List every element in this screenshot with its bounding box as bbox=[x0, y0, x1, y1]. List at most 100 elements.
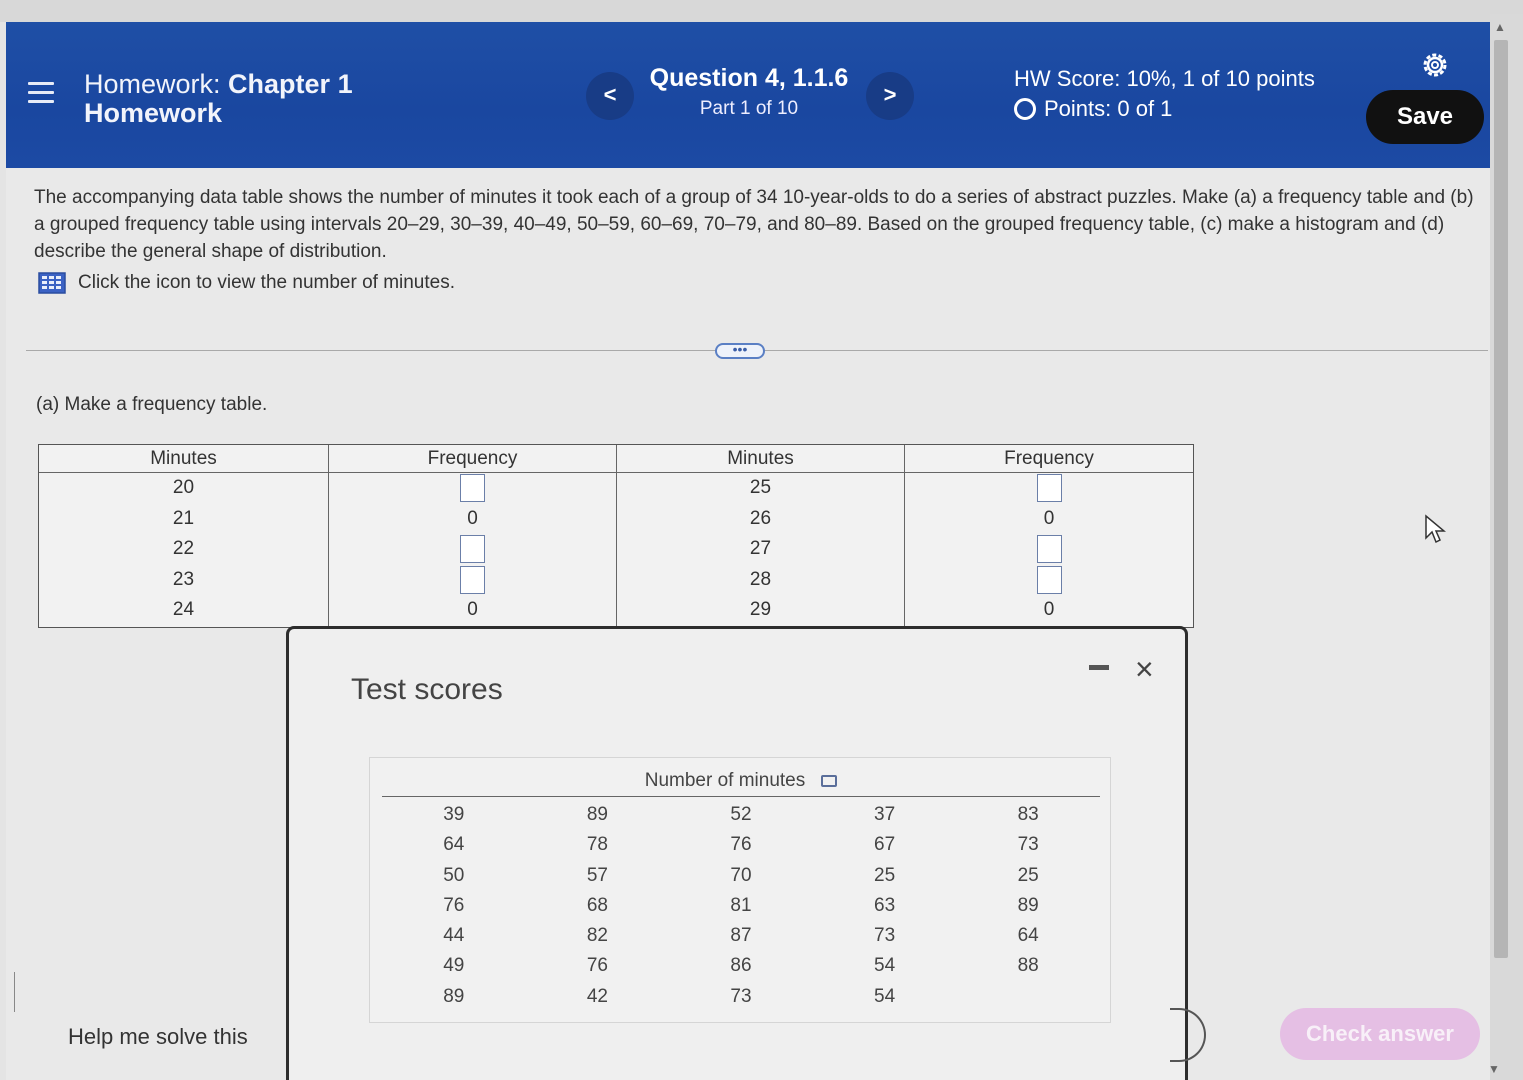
minutes-cell: 26 bbox=[749, 507, 772, 529]
save-button[interactable]: Save bbox=[1366, 90, 1484, 144]
points-circle-icon bbox=[1014, 98, 1036, 120]
frequency-value: 0 bbox=[467, 599, 478, 621]
data-cell: 70 bbox=[730, 864, 752, 886]
data-cell: 67 bbox=[874, 834, 896, 856]
gear-icon[interactable] bbox=[1420, 50, 1450, 80]
column-header: Minutes bbox=[39, 445, 328, 473]
data-cell: 39 bbox=[443, 804, 465, 825]
data-table-header-label: Number of minutes bbox=[644, 770, 806, 791]
data-cell: 73 bbox=[730, 985, 752, 1007]
column-header: Frequency bbox=[905, 445, 1193, 473]
homework-title-chapter: Chapter 1 bbox=[228, 69, 353, 99]
homework-title: Homework: Chapter 1 Homework bbox=[84, 70, 353, 128]
data-table-icon[interactable] bbox=[38, 272, 66, 294]
data-cell: 37 bbox=[874, 804, 896, 825]
dialog-title: Test scores bbox=[351, 673, 503, 706]
frequency-cell bbox=[329, 565, 616, 596]
header-rule bbox=[382, 796, 1100, 797]
minimize-icon[interactable] bbox=[1089, 665, 1109, 670]
frequency-input[interactable] bbox=[460, 565, 485, 594]
part-a-prompt: (a) Make a frequency table. bbox=[36, 394, 268, 415]
scroll-up-icon[interactable]: ▲ bbox=[1494, 20, 1506, 34]
minutes-cell: 23 bbox=[172, 568, 195, 590]
column-header: Minutes bbox=[617, 445, 904, 473]
hamburger-icon[interactable] bbox=[28, 82, 54, 106]
frequency-value: 0 bbox=[467, 507, 478, 529]
data-cell: 44 bbox=[443, 925, 465, 947]
view-data-link[interactable]: Click the icon to view the number of min… bbox=[38, 272, 455, 294]
help-me-solve-button[interactable]: Help me solve this bbox=[68, 1024, 248, 1050]
data-table-header: Number of minutes bbox=[370, 770, 1112, 792]
frequency-input[interactable] bbox=[460, 473, 485, 502]
data-cell: 25 bbox=[874, 864, 896, 886]
data-cell: 54 bbox=[874, 985, 896, 1007]
minutes-cell: 27 bbox=[749, 538, 772, 560]
data-row: 44 82 87 73 64 bbox=[382, 921, 1100, 951]
view-data-text[interactable]: Click the icon to view the number of min… bbox=[78, 272, 455, 293]
frequency-cell bbox=[329, 534, 616, 565]
frequency-cell bbox=[905, 534, 1193, 565]
frequency-input[interactable] bbox=[1036, 565, 1062, 594]
column-header: Frequency bbox=[329, 445, 616, 473]
data-cell: 64 bbox=[1017, 925, 1039, 947]
data-cell: 83 bbox=[1017, 804, 1039, 825]
edge-mark bbox=[14, 972, 22, 1012]
data-row: 76 68 81 63 89 bbox=[382, 891, 1100, 921]
minutes-cell: 22 bbox=[172, 538, 195, 560]
minutes-data-table: Number of minutes 39 89 52 37 83 64 78 76 67 73 50… bbox=[369, 757, 1111, 1023]
data-cell: 63 bbox=[874, 894, 896, 916]
data-cell: 76 bbox=[443, 894, 465, 916]
frequency-value: 0 bbox=[1043, 599, 1055, 621]
data-grid: 39 89 52 37 83 64 78 76 67 73 50 57 70 25 25 76 68 81 63 89… bbox=[382, 800, 1100, 1012]
data-cell: 76 bbox=[586, 955, 608, 977]
data-cell: 89 bbox=[1017, 894, 1039, 916]
data-row: 50 57 70 25 25 bbox=[382, 861, 1100, 891]
minutes-cell: 25 bbox=[749, 477, 772, 498]
frequency-input[interactable] bbox=[1036, 473, 1062, 502]
close-icon[interactable]: × bbox=[1135, 651, 1154, 688]
frequency-input[interactable] bbox=[460, 535, 485, 564]
test-scores-dialog: Test scores × Number of minutes 39 89 52 37… bbox=[286, 626, 1188, 1080]
frequency-input[interactable] bbox=[1036, 535, 1062, 564]
scroll-down-icon[interactable]: ▼ bbox=[1488, 1062, 1500, 1076]
data-cell: 76 bbox=[730, 834, 752, 856]
data-cell: 64 bbox=[443, 834, 465, 856]
data-cell: 57 bbox=[586, 864, 608, 886]
minutes-column-right: Minutes 25 26 27 28 29 bbox=[617, 445, 905, 627]
frequency-cell bbox=[905, 565, 1193, 596]
frequency-cell bbox=[329, 473, 616, 504]
data-cell: 73 bbox=[1017, 834, 1039, 856]
scrollbar-thumb[interactable] bbox=[1494, 40, 1508, 958]
frequency-column-left: Frequency 0 0 bbox=[329, 445, 617, 627]
problem-statement: The accompanying data table shows the nu… bbox=[34, 187, 1474, 262]
data-cell: 52 bbox=[730, 804, 752, 825]
data-cell: 89 bbox=[443, 985, 465, 1007]
next-question-button[interactable]: > bbox=[866, 72, 914, 120]
data-row: 64 78 76 67 73 bbox=[382, 830, 1100, 860]
data-cell: 81 bbox=[730, 894, 752, 916]
frequency-table: Minutes 20 21 22 23 24 Frequency 0 0 Min… bbox=[38, 444, 1194, 628]
data-cell: 42 bbox=[586, 985, 608, 1007]
frequency-cell bbox=[905, 473, 1193, 504]
data-cell: 25 bbox=[1017, 864, 1039, 886]
minutes-cell: 20 bbox=[172, 477, 195, 498]
copy-icon[interactable] bbox=[821, 775, 838, 787]
minutes-cell: 21 bbox=[172, 507, 195, 529]
data-cell: 49 bbox=[443, 955, 465, 977]
check-answer-button[interactable]: Check answer bbox=[1280, 1008, 1480, 1060]
minutes-cell: 28 bbox=[749, 568, 772, 590]
homework-title-line2: Homework bbox=[84, 98, 223, 128]
data-cell: 50 bbox=[443, 864, 465, 886]
mouse-cursor-icon bbox=[1425, 514, 1446, 544]
assignment-header: Homework: Chapter 1 Homework < Question … bbox=[6, 22, 1490, 168]
minutes-cell: 29 bbox=[749, 599, 772, 621]
data-row: 39 89 52 37 83 bbox=[382, 800, 1100, 830]
minutes-column-left: Minutes 20 21 22 23 24 bbox=[39, 445, 329, 627]
frequency-value: 0 bbox=[1043, 507, 1055, 529]
data-row: 49 76 86 54 88 bbox=[382, 951, 1100, 981]
frequency-column-right: Frequency 0 0 bbox=[905, 445, 1193, 627]
expand-collapse-button[interactable]: ••• bbox=[715, 342, 765, 359]
data-row: 89 42 73 54 bbox=[382, 982, 1100, 1012]
data-cell: 86 bbox=[730, 955, 752, 977]
data-cell: 73 bbox=[874, 925, 896, 947]
